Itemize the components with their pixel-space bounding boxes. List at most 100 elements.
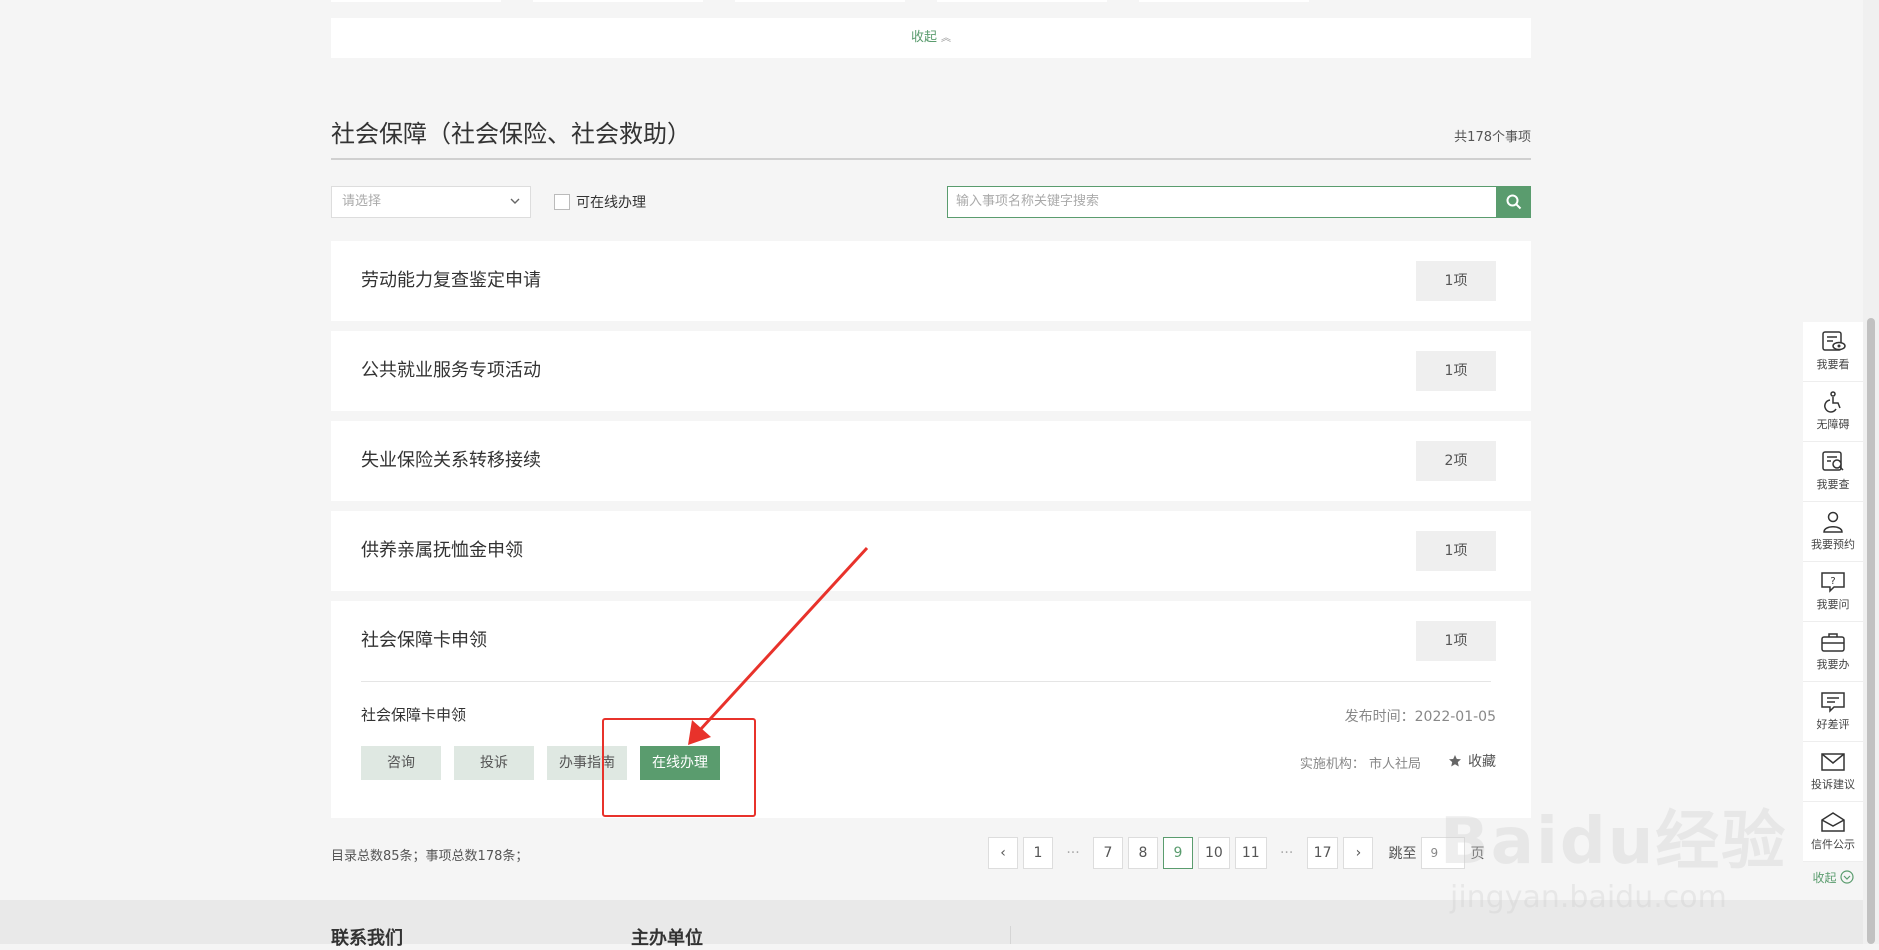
footer-organizer-heading: 主办单位 — [631, 928, 703, 949]
side-item-letters[interactable]: 信件公示 — [1803, 802, 1863, 862]
footer-contact-heading: 联系我们 — [331, 928, 403, 949]
side-item-label: 好差评 — [1816, 718, 1850, 731]
favorite-button[interactable]: 收藏 — [1448, 751, 1496, 771]
side-item-label: 我要预约 — [1811, 538, 1855, 551]
list-item[interactable]: 劳动能力复查鉴定申请 1项 — [331, 241, 1531, 321]
side-item-ask[interactable]: ? 我要问 — [1803, 562, 1863, 622]
pagination-ellipsis: ··· — [1279, 845, 1294, 861]
pagination-ellipsis: ··· — [1066, 845, 1080, 861]
jump-page-input[interactable]: 9 — [1421, 837, 1466, 869]
side-item-label: 我要查 — [1816, 478, 1850, 491]
category-tile-stub — [533, 0, 703, 2]
side-item-label: 无障碍 — [1816, 418, 1850, 431]
next-page-button[interactable]: › — [1343, 837, 1374, 869]
user-icon — [1823, 511, 1843, 533]
item-divider — [361, 681, 1491, 682]
list-item[interactable]: 公共就业服务专项活动 1项 — [331, 331, 1531, 411]
page-button[interactable]: 8 — [1128, 837, 1158, 869]
section-count: 共178个事项 — [1454, 130, 1531, 145]
side-item-label: 投诉建议 — [1811, 778, 1855, 791]
page-button[interactable]: 11 — [1234, 837, 1267, 869]
briefcase-icon — [1821, 633, 1845, 652]
star-icon — [1449, 755, 1461, 767]
page-button[interactable]: 17 — [1306, 837, 1339, 869]
search-doc-icon — [1822, 451, 1844, 471]
question-icon: ? — [1821, 572, 1845, 593]
page-button[interactable]: 7 — [1093, 837, 1123, 869]
page-button[interactable]: 10 — [1198, 837, 1230, 869]
side-item-label: 我要问 — [1816, 598, 1850, 611]
item-count-badge[interactable]: 1项 — [1416, 621, 1496, 661]
footer: 联系我们 主办单位 — [0, 900, 1879, 949]
list-item[interactable]: 供养亲属抚恤金申领 1项 — [331, 511, 1531, 591]
list-item[interactable]: 失业保险关系转移接续 2项 — [331, 421, 1531, 501]
item-name: 公共就业服务专项活动 — [361, 360, 541, 381]
side-item-label: 我要看 — [1816, 358, 1850, 371]
page: 收起 ︽ 社会保障（社会保险、社会救助） 共178个事项 请选择 可在线办理 输入… — [0, 0, 1879, 949]
expanded-list-item: 社会保障卡申领 1项 社会保障卡申领 发布时间：2022-01-05 咨询 投诉… — [331, 601, 1531, 818]
side-item-appointment[interactable]: 我要预约 — [1803, 502, 1863, 562]
item-count-badge[interactable]: 1项 — [1416, 531, 1496, 571]
favorite-label: 收藏 — [1468, 754, 1496, 770]
item-name: 供养亲属抚恤金申领 — [361, 540, 523, 561]
search-input[interactable]: 输入事项名称关键字搜索 — [947, 186, 1497, 218]
jump-label: 跳至 — [1388, 846, 1417, 862]
checkbox-icon[interactable] — [554, 194, 570, 210]
item-count-badge[interactable]: 1项 — [1416, 351, 1496, 391]
select-placeholder: 请选择 — [342, 194, 382, 209]
sub-item-name[interactable]: 社会保障卡申领 — [361, 704, 466, 725]
consult-button[interactable]: 咨询 — [361, 746, 441, 780]
footer-divider — [1010, 926, 1011, 944]
current-page-button[interactable]: 9 — [1163, 837, 1193, 869]
complaint-button[interactable]: 投诉 — [454, 746, 534, 780]
item-name: 失业保险关系转移接续 — [361, 450, 541, 471]
comment-icon — [1821, 692, 1845, 713]
item-name: 劳动能力复查鉴定申请 — [361, 270, 541, 291]
chevron-down-icon — [510, 187, 520, 217]
online-only-label: 可在线办理 — [576, 195, 646, 211]
publish-date: 发布时间：2022-01-05 — [1344, 709, 1496, 725]
category-tile-stub — [937, 0, 1107, 2]
side-rail-collapse-button[interactable]: 收起 — [1803, 862, 1863, 892]
side-collapse-label: 收起 — [1812, 870, 1837, 885]
category-tile-stub — [735, 0, 905, 2]
side-item-query[interactable]: 我要查 — [1803, 442, 1863, 502]
search-button[interactable] — [1497, 186, 1531, 218]
accessibility-icon — [1824, 391, 1841, 413]
item-count-badge[interactable]: 2项 — [1416, 441, 1496, 481]
vertical-scrollbar[interactable] — [1863, 0, 1879, 944]
collapse-label: 收起 — [910, 30, 937, 45]
page-button[interactable]: 1 — [1023, 837, 1053, 869]
section-title: 社会保障（社会保险、社会救助） — [331, 120, 691, 148]
section-divider — [331, 158, 1531, 160]
item-name[interactable]: 社会保障卡申领 — [361, 601, 487, 681]
annotation-highlight-box — [602, 718, 756, 817]
category-tile-stub — [1139, 0, 1309, 2]
side-item-watch[interactable]: 我要看 — [1803, 322, 1863, 382]
scrollbar-thumb[interactable] — [1867, 318, 1875, 944]
implementing-agency: 实施机构： 市人社局 — [1299, 757, 1421, 772]
page-unit-label: 页 — [1470, 846, 1485, 862]
chevron-up-icon: ︽ — [941, 33, 951, 44]
online-only-checkbox[interactable]: 可在线办理 — [554, 192, 646, 212]
side-item-accessibility[interactable]: 无障碍 — [1803, 382, 1863, 442]
side-rail: 我要看 无障碍 我要查 我要预约 ? 我要问 我要办 好差评 投诉建议 信件公示… — [1803, 322, 1863, 892]
side-item-handle[interactable]: 我要办 — [1803, 622, 1863, 682]
mail-icon — [1821, 753, 1845, 771]
pagination: ‹ 1 ··· 7 8 9 10 11 ··· 17 › 跳至 9 页 — [988, 837, 1484, 869]
eye-icon — [1822, 331, 1846, 351]
prev-page-button[interactable]: ‹ — [988, 837, 1018, 869]
search-bar: 输入事项名称关键字搜索 — [947, 186, 1531, 218]
category-select[interactable]: 请选择 — [331, 186, 531, 218]
search-icon — [1506, 194, 1522, 210]
side-item-rating[interactable]: 好差评 — [1803, 682, 1863, 742]
category-tile-stub — [331, 0, 501, 2]
chevron-down-circle-icon — [1839, 870, 1854, 884]
item-count-badge[interactable]: 1项 — [1416, 261, 1496, 301]
side-item-complaint[interactable]: 投诉建议 — [1803, 742, 1863, 802]
side-item-label: 信件公示 — [1811, 838, 1855, 851]
collapse-categories-button[interactable]: 收起 ︽ — [331, 18, 1531, 58]
svg-text:?: ? — [1830, 576, 1835, 587]
side-item-label: 我要办 — [1816, 658, 1850, 671]
open-mail-icon — [1821, 812, 1845, 832]
